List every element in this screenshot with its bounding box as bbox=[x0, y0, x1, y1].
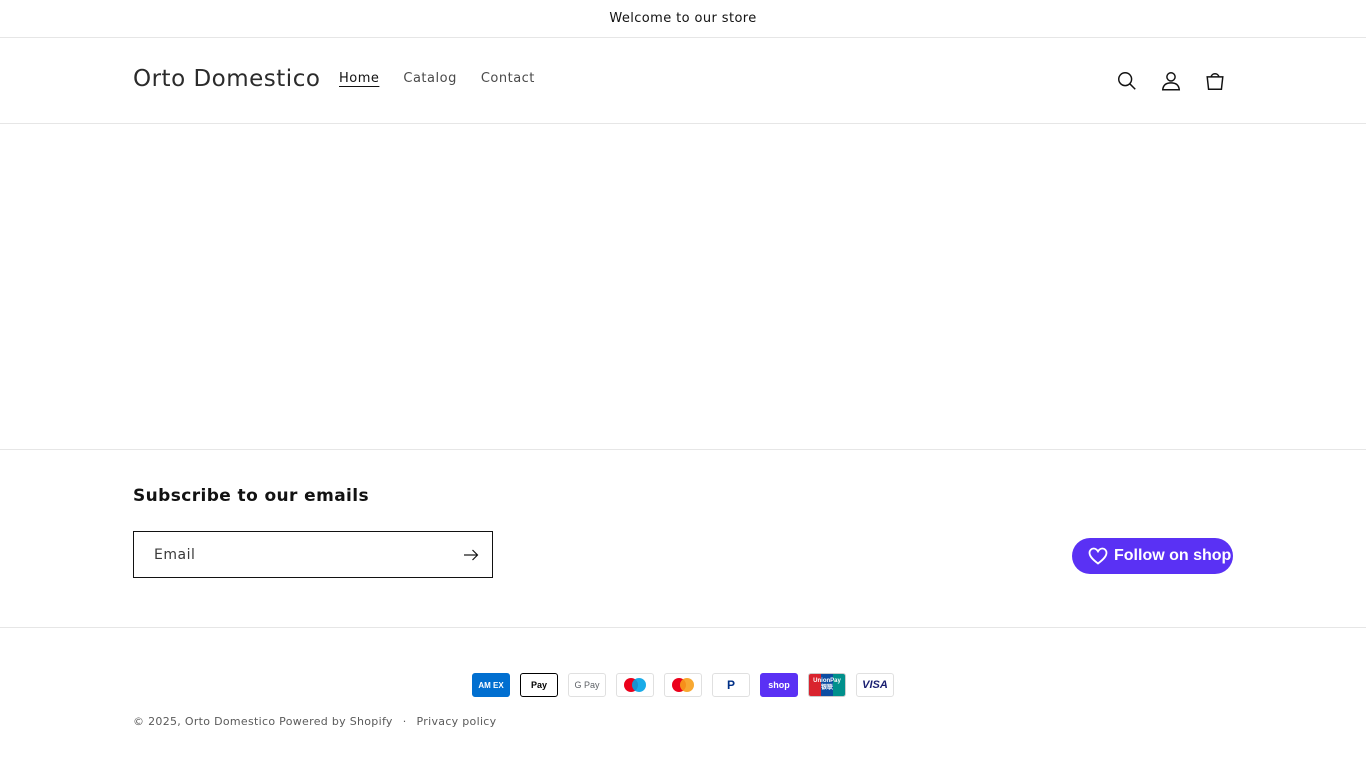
account-button[interactable] bbox=[1151, 61, 1191, 101]
shop-pay-icon: shop bbox=[760, 673, 798, 697]
nav-item-contact[interactable]: Contact bbox=[469, 71, 547, 86]
powered-by-link[interactable]: Powered by Shopify bbox=[279, 715, 393, 728]
site-footer: Subscribe to our emails Follow on shop A… bbox=[0, 449, 1366, 768]
announcement-text: Welcome to our store bbox=[609, 11, 757, 26]
heart-icon bbox=[1088, 547, 1108, 565]
footer-separator: · bbox=[402, 715, 407, 728]
copyright-store-link[interactable]: Orto Domestico bbox=[185, 715, 275, 728]
apple-pay-text: Pay bbox=[530, 680, 547, 690]
cart-button[interactable] bbox=[1195, 61, 1235, 101]
nav-item-catalog[interactable]: Catalog bbox=[391, 71, 468, 86]
main-content bbox=[0, 124, 1366, 449]
nav-item-home[interactable]: Home bbox=[327, 71, 391, 86]
mastercard-icon bbox=[664, 673, 702, 697]
follow-on-shop-label: Follow on shop bbox=[1114, 547, 1232, 564]
copyright: © 2025, Orto Domestico Powered by Shopif… bbox=[133, 715, 496, 728]
google-pay-icon: G Pay bbox=[568, 673, 606, 697]
shop-pay-text: shop bbox=[768, 680, 790, 690]
unionpay-icon: UnionPay 银联 bbox=[808, 673, 846, 697]
announcement-bar: Welcome to our store bbox=[0, 0, 1366, 38]
paypal-text: P bbox=[726, 678, 735, 692]
search-icon bbox=[1118, 72, 1136, 90]
email-input[interactable] bbox=[134, 532, 454, 577]
newsletter-submit-button[interactable] bbox=[460, 544, 482, 566]
account-icon bbox=[1161, 72, 1181, 91]
maestro-icon bbox=[616, 673, 654, 697]
visa-icon: VISA bbox=[856, 673, 894, 697]
cart-icon bbox=[1206, 73, 1224, 90]
visa-text: VISA bbox=[862, 679, 888, 691]
amex-icon: AM EX bbox=[472, 673, 510, 697]
site-header: Orto Domestico Home Catalog Contact bbox=[0, 39, 1366, 124]
main-nav: Home Catalog Contact bbox=[327, 71, 547, 86]
unionpay-cn-text: 银联 bbox=[820, 685, 833, 691]
store-logo[interactable]: Orto Domestico bbox=[133, 66, 320, 92]
unionpay-text: UnionPay bbox=[813, 678, 841, 684]
follow-on-shop-button[interactable]: Follow on shop bbox=[1072, 538, 1233, 574]
amex-text: AM EX bbox=[478, 680, 504, 690]
paypal-icon: P bbox=[712, 673, 750, 697]
payment-icons: AM EX Pay G Pay P shop UnionPay 银联 VISA bbox=[472, 673, 894, 697]
privacy-policy-link[interactable]: Privacy policy bbox=[417, 715, 497, 728]
search-button[interactable] bbox=[1107, 61, 1147, 101]
arrow-right-icon bbox=[464, 549, 479, 561]
copyright-prefix: © 2025, bbox=[133, 715, 182, 728]
google-pay-text: G Pay bbox=[574, 680, 600, 690]
newsletter-heading: Subscribe to our emails bbox=[133, 486, 370, 506]
newsletter-form bbox=[133, 531, 493, 578]
apple-pay-icon: Pay bbox=[520, 673, 558, 697]
footer-divider bbox=[0, 627, 1366, 628]
